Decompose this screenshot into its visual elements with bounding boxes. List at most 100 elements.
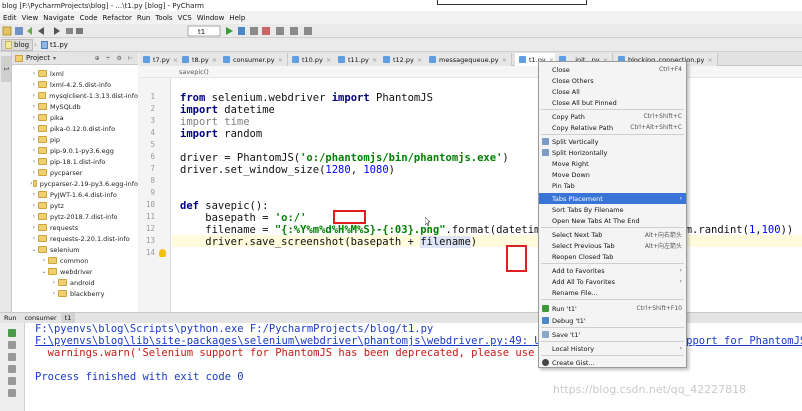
tree-item[interactable]: ⌄ selenium: [12, 244, 138, 255]
chevron-right-icon[interactable]: ›: [50, 279, 58, 286]
chevron-down-icon[interactable]: ⌄: [30, 246, 38, 253]
chevron-right-icon[interactable]: ›: [30, 103, 38, 110]
code-editor[interactable]: savepic() 1 2 3 4 5 6 7 8 9 10 11 12 13 …: [139, 66, 802, 312]
close-icon[interactable]: ×: [278, 56, 283, 64]
menu-item-copy-path[interactable]: Copy Path Ctrl+Shift+C: [539, 111, 686, 122]
chevron-right-icon[interactable]: ›: [30, 158, 38, 165]
project-panel-tools[interactable]: ⊕ ÷ ⚙ ⊢: [95, 55, 135, 62]
tab-t7[interactable]: t7.py ×: [139, 53, 184, 66]
menu-item-save-config[interactable]: Save 't1': [539, 329, 686, 340]
tree-item[interactable]: › pytz: [12, 200, 138, 211]
menu-code[interactable]: Code: [80, 14, 98, 22]
tree-item[interactable]: › MySQLdb: [12, 101, 138, 112]
close-icon[interactable]: ×: [326, 56, 331, 64]
close-icon[interactable]: ×: [212, 56, 217, 64]
chevron-right-icon[interactable]: ›: [30, 191, 38, 198]
menu-edit[interactable]: Edit: [3, 14, 17, 22]
menu-item-close-all-but-pinned[interactable]: Close All but Pinned: [539, 97, 686, 108]
chevron-right-icon[interactable]: ›: [30, 125, 38, 132]
chevron-right-icon[interactable]: ›: [30, 92, 38, 99]
tab-consumer[interactable]: consumer.py ×: [219, 53, 289, 66]
chevron-right-icon[interactable]: ›: [30, 169, 38, 176]
chevron-right-icon[interactable]: ›: [30, 147, 38, 154]
menu-item-run[interactable]: Run 't1' Ctrl+Shift+F10: [539, 303, 686, 314]
menu-item-add-all-to-favorites[interactable]: Add All To Favorites ›: [539, 276, 686, 287]
chevron-right-icon[interactable]: ›: [40, 257, 48, 264]
tree-item[interactable]: › pika: [12, 112, 138, 123]
pause-icon[interactable]: [8, 353, 16, 361]
chevron-right-icon[interactable]: ›: [30, 114, 38, 121]
print-icon[interactable]: [8, 377, 16, 385]
clear-all-icon[interactable]: [8, 389, 16, 397]
lightbulb-icon[interactable]: [159, 249, 166, 257]
close-icon[interactable]: ×: [372, 56, 377, 64]
breadcrumb-file[interactable]: t1.py: [38, 39, 71, 51]
rerun-icon[interactable]: [8, 329, 16, 337]
menu-window[interactable]: Window: [197, 14, 225, 22]
tree-item[interactable]: › pip-9.0.1-py3.6.egg: [12, 145, 138, 156]
menu-item-close-others[interactable]: Close Others: [539, 75, 686, 86]
chevron-right-icon[interactable]: ›: [30, 213, 38, 220]
chevron-right-icon[interactable]: ›: [30, 70, 38, 77]
menu-item-split-horizontally[interactable]: Split Horizontally: [539, 147, 686, 158]
menu-item-tabs-placement[interactable]: Tabs Placement ›: [539, 193, 686, 204]
menu-item-create-gist[interactable]: Create Gist...: [539, 357, 686, 368]
menu-view[interactable]: View: [22, 14, 39, 22]
chevron-right-icon[interactable]: ›: [30, 224, 38, 231]
tab-t11[interactable]: t11.py ×: [334, 53, 383, 66]
tree-item[interactable]: › lxml-4.2.5.dist-info: [12, 79, 138, 90]
menu-item-rename-file[interactable]: Rename File...: [539, 287, 686, 298]
menu-run[interactable]: Run: [137, 14, 150, 22]
menu-navigate[interactable]: Navigate: [43, 14, 74, 22]
tree-item[interactable]: › PyJWT-1.6.4.dist-info: [12, 189, 138, 200]
chevron-down-icon[interactable]: ⌄: [40, 268, 48, 275]
stop-icon[interactable]: [8, 341, 16, 349]
project-panel-title[interactable]: Project: [26, 54, 50, 62]
menu-item-pin-tab[interactable]: Pin Tab: [539, 180, 686, 191]
menu-tools[interactable]: Tools: [155, 14, 172, 22]
project-tool-window-button[interactable]: 1: [1, 56, 11, 82]
menu-item-open-new-tabs-end[interactable]: Open New Tabs At The End: [539, 215, 686, 226]
tree-item[interactable]: › requests: [12, 222, 138, 233]
menu-help[interactable]: Help: [229, 14, 245, 22]
menu-item-select-previous-tab[interactable]: Select Previous Tab Alt+向左箭头: [539, 240, 686, 251]
tree-item[interactable]: ⌄ webdriver: [12, 266, 138, 277]
tree-item[interactable]: › mysqlclient-1.3.13.dist-info: [12, 90, 138, 101]
menu-item-move-right[interactable]: Move Right: [539, 158, 686, 169]
tree-item[interactable]: › pika-0.12.0.dist-info: [12, 123, 138, 134]
tab-t10[interactable]: t10.py ×: [288, 53, 337, 66]
chevron-right-icon[interactable]: ›: [30, 136, 38, 143]
tree-item[interactable]: › pycparser-2.19-py3.6.egg-info: [12, 178, 138, 189]
run-panel-label[interactable]: Run: [0, 313, 20, 323]
chevron-right-icon[interactable]: ›: [30, 235, 38, 242]
tab-t12[interactable]: t12.py ×: [379, 53, 428, 66]
chevron-right-icon[interactable]: ›: [30, 202, 38, 209]
tree-item[interactable]: › pycparser: [12, 167, 138, 178]
menu-item-close-all[interactable]: Close All: [539, 86, 686, 97]
tab-t8[interactable]: t8.py ×: [178, 53, 223, 66]
close-icon[interactable]: ×: [417, 56, 422, 64]
menu-item-move-down[interactable]: Move Down: [539, 169, 686, 180]
breadcrumb-project[interactable]: blog: [1, 38, 34, 51]
chevron-right-icon[interactable]: ›: [30, 81, 38, 88]
chevron-down-icon[interactable]: ▾: [53, 55, 56, 62]
close-icon[interactable]: ×: [502, 56, 507, 64]
menu-item-close[interactable]: Close Ctrl+F4: [539, 64, 686, 75]
menu-item-select-next-tab[interactable]: Select Next Tab Alt+向右箭头: [539, 229, 686, 240]
tree-item[interactable]: › requests-2.20.1.dist-info: [12, 233, 138, 244]
tree-item[interactable]: › lxml: [12, 68, 138, 79]
menu-item-local-history[interactable]: Local History ›: [539, 343, 686, 354]
close-icon[interactable]: ×: [707, 56, 712, 64]
tab-messagequeue[interactable]: messagequeue.py ×: [425, 53, 513, 66]
scroll-to-end-icon[interactable]: [8, 365, 16, 373]
menu-item-reopen-closed-tab[interactable]: Reopen Closed Tab: [539, 251, 686, 262]
menu-item-sort-tabs[interactable]: Sort Tabs By Filename: [539, 204, 686, 215]
tree-item[interactable]: › common: [12, 255, 138, 266]
menu-item-copy-relative-path[interactable]: Copy Relative Path Ctrl+Alt+Shift+C: [539, 122, 686, 133]
editor-breadcrumb[interactable]: savepic(): [139, 66, 802, 78]
menu-item-debug[interactable]: Debug 't1': [539, 315, 686, 326]
tree-item[interactable]: › pip-18.1.dist-info: [12, 156, 138, 167]
tree-item[interactable]: › blackberry: [12, 288, 138, 299]
tree-item[interactable]: › pip: [12, 134, 138, 145]
menu-item-split-vertically[interactable]: Split Vertically: [539, 136, 686, 147]
